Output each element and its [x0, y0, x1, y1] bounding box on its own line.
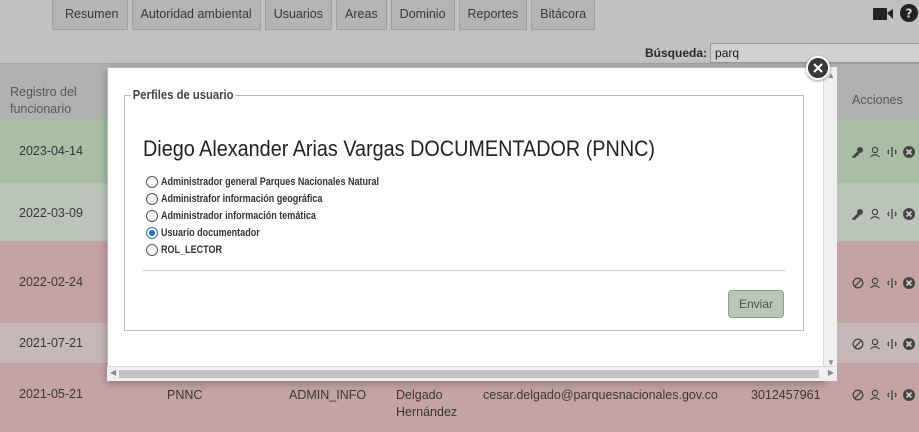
close-icon	[813, 63, 823, 73]
role-option[interactable]: ROL_LECTOR	[146, 242, 427, 258]
user-name-heading: Diego Alexander Arias Vargas DOCUMENTADO…	[143, 136, 656, 161]
radio-button[interactable]	[146, 244, 158, 256]
role-label: Administrador general Parques Nacionales…	[161, 176, 380, 188]
divider	[143, 270, 785, 271]
close-dialog-button[interactable]	[806, 56, 830, 80]
role-option[interactable]: Administrador información temática	[146, 208, 427, 224]
horizontal-scrollbar[interactable]: ◀ ▶	[107, 366, 837, 381]
role-option[interactable]: Administrador general Parques Nacionales…	[146, 174, 427, 190]
submit-button[interactable]: Enviar	[728, 290, 784, 318]
radio-button[interactable]	[146, 210, 158, 222]
fieldset-legend: Perfiles de usuario	[131, 88, 236, 102]
role-option[interactable]: Administrafor información geográfica	[146, 191, 427, 207]
vertical-scrollbar[interactable]: ▲ ▼	[823, 67, 837, 369]
scroll-left-icon[interactable]: ◀	[110, 368, 116, 377]
role-label: Usuario documentador	[161, 227, 260, 239]
scrollbar-thumb[interactable]	[119, 370, 819, 378]
radio-button[interactable]	[146, 193, 158, 205]
user-profiles-dialog: Perfiles de usuario Diego Alexander Aria…	[107, 67, 826, 381]
scroll-right-icon[interactable]: ▶	[828, 368, 834, 377]
role-label: Administrador información temática	[161, 210, 316, 222]
radio-button[interactable]	[146, 227, 158, 239]
radio-button[interactable]	[146, 176, 158, 188]
profiles-fieldset: Perfiles de usuario Diego Alexander Aria…	[124, 88, 804, 331]
role-label: Administrafor información geográfica	[161, 193, 323, 205]
role-radio-group: Administrador general Parques Nacionales…	[146, 174, 427, 259]
role-label: ROL_LECTOR	[161, 244, 222, 256]
role-option[interactable]: Usuario documentador	[146, 225, 427, 241]
